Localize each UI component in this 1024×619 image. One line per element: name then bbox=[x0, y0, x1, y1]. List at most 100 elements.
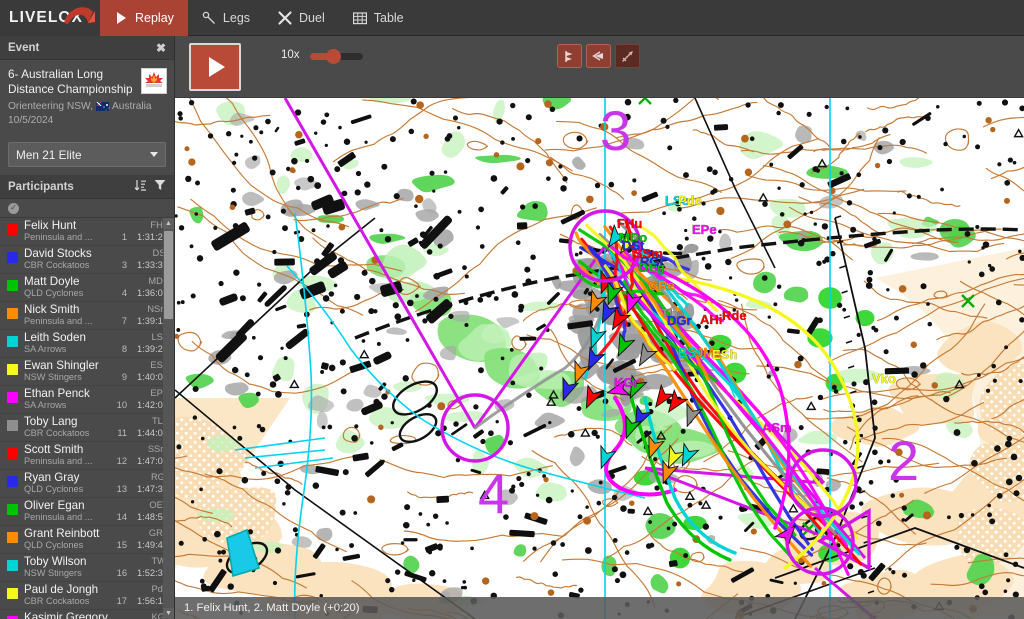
boulder bbox=[224, 296, 229, 301]
boulder bbox=[594, 182, 601, 189]
boulder bbox=[577, 514, 583, 520]
boulder bbox=[817, 317, 823, 324]
orienteering-map: 342 FHuMDoDStSSmRGrOEgLSoPdeEPeGReTLaDGr… bbox=[175, 98, 1024, 619]
participant-rank: 1 bbox=[121, 232, 127, 242]
boulder bbox=[178, 225, 185, 231]
participant-row[interactable]: Leith Soden SA Arrows LSo 8 1:39:27 bbox=[0, 330, 174, 358]
boulder bbox=[445, 521, 449, 525]
boulder bbox=[473, 404, 479, 410]
boulder bbox=[846, 200, 853, 206]
boulder bbox=[1006, 435, 1013, 442]
participant-club: QLD Cyclones bbox=[24, 540, 84, 550]
boulder bbox=[856, 172, 862, 178]
map-canvas[interactable]: 342 FHu MDo DSt SSm RGr OEg LSo Pde EPe GRe TLa DGr… bbox=[175, 98, 1024, 619]
boulder bbox=[284, 489, 291, 496]
participant-row[interactable]: Paul de Jongh CBR Cockatoos Pde 17 1:56:12 bbox=[0, 582, 174, 610]
participant-row[interactable]: Matt Doyle QLD Cyclones MDo 4 1:36:02 bbox=[0, 274, 174, 302]
boulder bbox=[962, 134, 967, 139]
tab-legs[interactable]: Legs bbox=[188, 0, 264, 36]
show-route-arrow-button[interactable] bbox=[615, 44, 640, 68]
sort-icon[interactable] bbox=[134, 179, 147, 195]
boulder bbox=[213, 225, 218, 231]
boulder bbox=[632, 178, 637, 183]
select-all-row[interactable]: ✓ bbox=[0, 199, 174, 218]
boulder bbox=[899, 138, 906, 146]
participant-club: NSW Stingers bbox=[24, 568, 82, 578]
participant-row[interactable]: Nick Smith Peninsula and ... NSm 7 1:39:12 bbox=[0, 302, 174, 330]
boulder bbox=[978, 583, 985, 590]
scrollbar-thumb[interactable] bbox=[164, 231, 173, 319]
participant-row[interactable]: Felix Hunt Peninsula and ... FHu 1 1:31:27 bbox=[0, 218, 174, 246]
participants-scrollbar[interactable]: ▲ ▼ bbox=[163, 218, 174, 619]
participant-row[interactable]: Grant Reinbott QLD Cyclones GRe 15 1:49:47 bbox=[0, 526, 174, 554]
boulder bbox=[251, 335, 256, 340]
boulder bbox=[665, 124, 670, 130]
boulder bbox=[292, 527, 298, 533]
boulder bbox=[532, 546, 537, 551]
boulder bbox=[511, 484, 516, 489]
participant-color-swatch bbox=[7, 420, 18, 431]
participant-row[interactable]: Toby Wilson NSW Stingers TWi 16 1:52:34 bbox=[0, 554, 174, 582]
participant-row[interactable]: Toby Lang CBR Cockatoos TLa 11 1:44:07 bbox=[0, 414, 174, 442]
boulder bbox=[839, 171, 844, 176]
boulder bbox=[433, 272, 441, 280]
participant-row[interactable]: Ewan Shingler NSW Stingers ESh 9 1:40:09 bbox=[0, 358, 174, 386]
boulder bbox=[576, 406, 582, 412]
livelox-logo[interactable]: LIVELOX bbox=[0, 0, 100, 36]
participant-name: David Stocks bbox=[24, 247, 92, 260]
boulder bbox=[275, 390, 282, 398]
boulder bbox=[970, 513, 975, 517]
boulder bbox=[560, 542, 566, 547]
participant-name: Paul de Jongh bbox=[24, 583, 99, 596]
boulder bbox=[361, 269, 368, 276]
small-knoll bbox=[898, 285, 907, 293]
participant-rank: 3 bbox=[121, 260, 127, 270]
participant-row[interactable]: Kasimir Gregory KGr bbox=[0, 610, 174, 619]
participant-row[interactable]: Ethan Penck SA Arrows EPe 10 1:42:00 bbox=[0, 386, 174, 414]
small-knoll bbox=[676, 581, 682, 587]
small-knoll bbox=[416, 101, 424, 109]
boulder bbox=[872, 425, 878, 431]
australia-flag-icon bbox=[95, 102, 109, 111]
check-circle-icon[interactable]: ✓ bbox=[8, 202, 19, 214]
participants-list[interactable]: Felix Hunt Peninsula and ... FHu 1 1:31:27 Da… bbox=[0, 218, 174, 619]
table-icon bbox=[352, 11, 367, 25]
small-knoll bbox=[338, 223, 346, 231]
close-icon[interactable]: ✖ bbox=[156, 42, 166, 54]
tab-table[interactable]: Table bbox=[339, 0, 418, 36]
play-button[interactable] bbox=[189, 43, 241, 91]
speed-slider-knob[interactable] bbox=[325, 49, 341, 64]
boulder bbox=[485, 291, 492, 298]
boulder bbox=[761, 275, 768, 281]
small-knoll bbox=[530, 512, 539, 521]
boulder bbox=[509, 347, 514, 352]
participant-row[interactable]: Scott Smith Peninsula and ... SSm 12 1:47:08 bbox=[0, 442, 174, 470]
control-number: 4 bbox=[478, 462, 509, 525]
boulder bbox=[865, 282, 873, 289]
scroll-down-icon[interactable]: ▼ bbox=[163, 608, 174, 619]
boulder bbox=[196, 255, 204, 262]
boulder bbox=[1003, 589, 1008, 593]
filter-icon[interactable] bbox=[154, 179, 166, 194]
show-tail-back-button[interactable] bbox=[586, 44, 611, 68]
show-tail-forward-button[interactable] bbox=[557, 44, 582, 68]
participant-row[interactable]: David Stocks CBR Cockatoos DSt 3 1:33:30 bbox=[0, 246, 174, 274]
speed-slider[interactable] bbox=[310, 49, 363, 64]
tab-replay[interactable]: Replay bbox=[100, 0, 188, 36]
participant-club: Peninsula and ... bbox=[24, 316, 93, 326]
tab-duel[interactable]: Duel bbox=[264, 0, 339, 36]
boulder bbox=[953, 429, 961, 436]
boulder bbox=[624, 550, 630, 555]
boulder bbox=[525, 278, 532, 285]
runner-label: Rde bbox=[722, 308, 747, 323]
boulder bbox=[927, 321, 933, 327]
boulder bbox=[987, 503, 991, 508]
boulder bbox=[532, 203, 538, 209]
scroll-up-icon[interactable]: ▲ bbox=[163, 218, 174, 229]
participant-row[interactable]: Oliver Egan Peninsula and ... OEg 14 1:48:52 bbox=[0, 498, 174, 526]
participant-name: Nick Smith bbox=[24, 303, 80, 316]
participant-row[interactable]: Ryan Gray QLD Cyclones RGr 13 1:47:34 bbox=[0, 470, 174, 498]
class-select-dropdown[interactable]: Men 21 Elite bbox=[8, 142, 166, 167]
boulder bbox=[453, 421, 459, 427]
boulder bbox=[576, 135, 583, 142]
